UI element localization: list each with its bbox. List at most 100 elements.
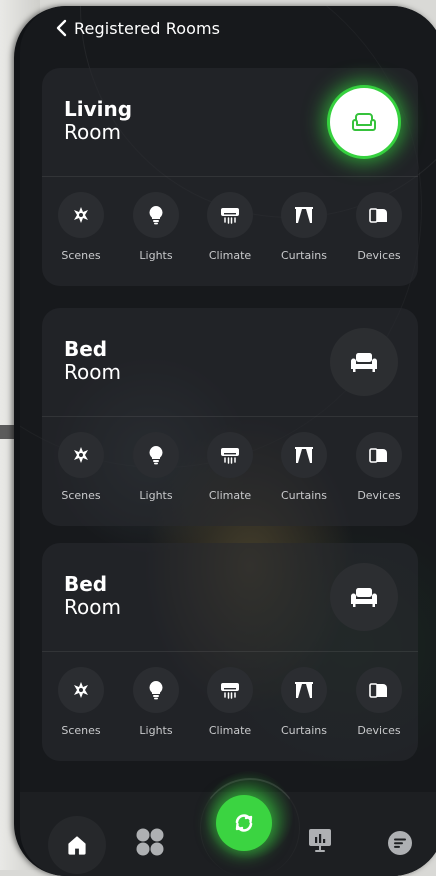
curtains-icon xyxy=(295,207,313,223)
room-name-line2: Room xyxy=(64,360,121,384)
back-button[interactable] xyxy=(52,18,70,38)
bulb-icon xyxy=(149,681,163,700)
room-card-living-room[interactable]: Living Room Scenes Lights Climate Curtai… xyxy=(42,68,418,286)
sofa-icon xyxy=(352,113,376,131)
control-label: Climate xyxy=(208,724,252,737)
bulb-icon xyxy=(149,206,163,225)
header: Registered Rooms xyxy=(52,14,220,42)
control-label: Lights xyxy=(139,249,173,262)
control-label: Climate xyxy=(208,249,252,262)
grid-icon xyxy=(136,828,164,856)
control-scenes[interactable]: Scenes xyxy=(44,667,118,747)
room-name-line1: Bed xyxy=(64,337,108,361)
room-card-header: Living Room xyxy=(42,68,418,176)
sync-icon xyxy=(235,814,253,832)
control-climate[interactable]: Climate xyxy=(193,667,267,747)
room-toggle-button[interactable] xyxy=(330,328,398,396)
sync-button[interactable] xyxy=(216,795,272,851)
air-conditioner-icon xyxy=(221,208,239,224)
room-name-line1: Bed xyxy=(64,572,108,596)
control-label: Scenes xyxy=(61,489,101,502)
control-icon-bg xyxy=(281,667,327,713)
control-scenes[interactable]: Scenes xyxy=(44,192,118,272)
curtains-icon xyxy=(295,682,313,698)
control-curtains[interactable]: Curtains xyxy=(267,667,341,747)
control-icon-bg xyxy=(58,192,104,238)
control-label: Scenes xyxy=(61,249,101,262)
control-icon-bg xyxy=(207,432,253,478)
room-name-line2: Room xyxy=(64,120,121,144)
control-lights[interactable]: Lights xyxy=(119,432,193,512)
devices-icon xyxy=(369,448,387,463)
devices-icon xyxy=(369,683,387,698)
room-name-line2: Room xyxy=(64,595,121,619)
control-icon-bg xyxy=(356,192,402,238)
control-label: Lights xyxy=(139,489,173,502)
card-divider xyxy=(42,651,418,652)
curtains-icon xyxy=(295,447,313,463)
control-label: Lights xyxy=(139,724,173,737)
couch-icon xyxy=(351,588,377,607)
control-scenes[interactable]: Scenes xyxy=(44,432,118,512)
room-card-header: Bed Room xyxy=(42,543,418,651)
control-curtains[interactable]: Curtains xyxy=(267,192,341,272)
control-icon-bg xyxy=(207,192,253,238)
control-label: Curtains xyxy=(281,489,327,502)
presentation-chart-icon xyxy=(309,829,331,852)
bulb-icon xyxy=(149,446,163,465)
control-icon-bg xyxy=(356,667,402,713)
control-climate[interactable]: Climate xyxy=(193,192,267,272)
devices-icon xyxy=(369,208,387,223)
chevron-left-icon xyxy=(56,19,67,37)
page-title: Registered Rooms xyxy=(74,18,221,38)
card-divider xyxy=(42,416,418,417)
control-label: Devices xyxy=(357,489,401,502)
home-icon xyxy=(68,836,86,855)
control-icon-bg xyxy=(133,432,179,478)
couch-icon xyxy=(351,353,377,372)
sparkle-icon xyxy=(74,207,88,223)
room-name-line1: Living xyxy=(64,97,133,121)
room-controls: Scenes Lights Climate Curtains Devices xyxy=(42,667,418,747)
control-label: Climate xyxy=(208,489,252,502)
control-devices[interactable]: Devices xyxy=(342,192,416,272)
control-icon-bg xyxy=(133,192,179,238)
sparkle-icon xyxy=(74,447,88,463)
card-divider xyxy=(42,176,418,177)
room-card-bed-room[interactable]: Bed Room Scenes Lights Climate Curtains … xyxy=(42,308,418,526)
room-toggle-button[interactable] xyxy=(330,88,398,156)
control-climate[interactable]: Climate xyxy=(193,432,267,512)
control-label: Curtains xyxy=(281,724,327,737)
room-controls: Scenes Lights Climate Curtains Devices xyxy=(42,432,418,512)
nav-home[interactable] xyxy=(60,828,94,862)
nav-stats[interactable] xyxy=(303,824,337,858)
phone-frame: Registered Rooms Living Room Scenes Ligh… xyxy=(14,6,436,876)
control-icon-bg xyxy=(133,667,179,713)
control-label: Devices xyxy=(357,724,401,737)
control-devices[interactable]: Devices xyxy=(342,667,416,747)
control-icon-bg xyxy=(58,432,104,478)
control-icon-bg xyxy=(281,432,327,478)
air-conditioner-icon xyxy=(221,448,239,464)
control-icon-bg xyxy=(58,667,104,713)
control-icon-bg xyxy=(281,192,327,238)
control-icon-bg xyxy=(207,667,253,713)
nav-grid[interactable] xyxy=(132,824,168,860)
control-icon-bg xyxy=(356,432,402,478)
nav-menu[interactable] xyxy=(383,826,417,860)
control-curtains[interactable]: Curtains xyxy=(267,432,341,512)
room-card-header: Bed Room xyxy=(42,308,418,416)
control-lights[interactable]: Lights xyxy=(119,667,193,747)
control-devices[interactable]: Devices xyxy=(342,432,416,512)
app-screen: Registered Rooms Living Room Scenes Ligh… xyxy=(20,6,436,876)
room-controls: Scenes Lights Climate Curtains Devices xyxy=(42,192,418,272)
control-label: Curtains xyxy=(281,249,327,262)
room-toggle-button[interactable] xyxy=(330,563,398,631)
control-lights[interactable]: Lights xyxy=(119,192,193,272)
menu-icon xyxy=(388,831,412,855)
sparkle-icon xyxy=(74,682,88,698)
control-label: Scenes xyxy=(61,724,101,737)
air-conditioner-icon xyxy=(221,683,239,699)
control-label: Devices xyxy=(357,249,401,262)
room-card-bed-room[interactable]: Bed Room Scenes Lights Climate Curtains … xyxy=(42,543,418,761)
